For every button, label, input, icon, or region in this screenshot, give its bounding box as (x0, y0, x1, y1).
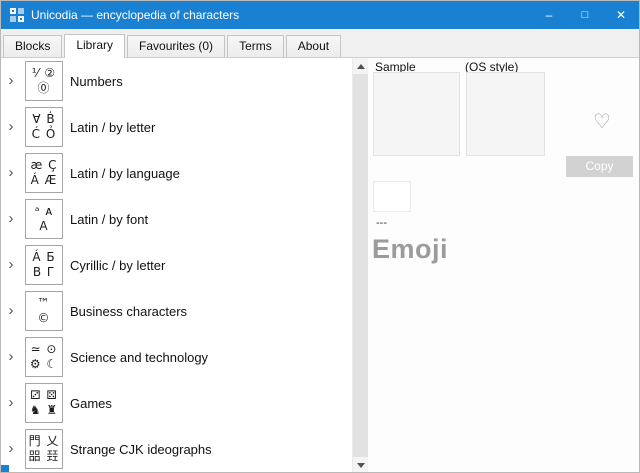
tab-library[interactable]: Library (64, 34, 125, 58)
chevron-right-icon[interactable]: › (4, 442, 18, 456)
category-icon: Ɐ Ḃ Ć Ỏ (25, 107, 63, 147)
category-icon: 門 乂 㗊 㠭 (25, 429, 63, 469)
detail-panel: Sample (OS style) ♡ Copy --- Emoji (368, 58, 639, 473)
scroll-up-button[interactable] (353, 58, 368, 74)
library-item-strange-cjk-ideographs[interactable]: › 門 乂 㗊 㠭 Strange CJK ideographs (1, 426, 352, 472)
library-item-latin-by-font[interactable]: › ᵃ ᴀ A Latin / by font (1, 196, 352, 242)
selected-character-cell[interactable] (373, 181, 411, 212)
scrollbar-thumb[interactable] (353, 74, 368, 457)
titlebar[interactable]: Unicodia — encyclopedia of characters – … (1, 1, 639, 29)
library-item-science-and-technology[interactable]: › ≃ ⊙ ⚙ ☾ Science and technology (1, 334, 352, 380)
library-item-label: Latin / by letter (70, 120, 155, 135)
library-item-label: Games (70, 396, 112, 411)
scroll-down-icon (357, 463, 365, 468)
sample-preview (373, 72, 460, 156)
tab-about[interactable]: About (286, 35, 341, 57)
chevron-right-icon[interactable]: › (4, 396, 18, 410)
category-icon: Á Б В Г (25, 245, 63, 285)
library-item-latin-by-language[interactable]: › æ Ç Á Æ Latin / by language (1, 150, 352, 196)
library-item-cyrillic-by-letter[interactable]: › Á Б В Г Cyrillic / by letter (1, 242, 352, 288)
library-item-label: Strange CJK ideographs (70, 442, 212, 457)
tab-blocks[interactable]: Blocks (3, 35, 62, 57)
app-icon (9, 7, 25, 23)
library-item-label: Latin / by font (70, 212, 148, 227)
tab-terms[interactable]: Terms (227, 35, 284, 57)
close-button[interactable]: ✕ (603, 1, 639, 29)
library-item-games[interactable]: › ⚂ ⚄ ♞ ♜ Games (1, 380, 352, 426)
scroll-down-button[interactable] (353, 457, 368, 473)
chevron-right-icon[interactable]: › (4, 74, 18, 88)
scroll-up-icon (357, 64, 365, 69)
library-item-label: Numbers (70, 74, 123, 89)
heart-icon: ♡ (593, 109, 611, 133)
scrollbar-track[interactable] (353, 74, 368, 457)
list-scrollbar[interactable] (352, 58, 368, 473)
codepoint-placeholder: --- (376, 217, 387, 229)
app-window: Unicodia — encyclopedia of characters – … (0, 0, 640, 473)
library-item-latin-by-letter[interactable]: › Ɐ Ḃ Ć Ỏ Latin / by letter (1, 104, 352, 150)
chevron-right-icon[interactable]: › (4, 304, 18, 318)
library-item-label: Science and technology (70, 350, 208, 365)
maximize-button[interactable]: □ (567, 1, 603, 29)
category-icon: ≃ ⊙ ⚙ ☾ (25, 337, 63, 377)
category-icon: ᵃ ᴀ A (25, 199, 63, 239)
chevron-right-icon[interactable]: › (4, 258, 18, 272)
library-item-business-characters[interactable]: › ™ © Business characters (1, 288, 352, 334)
window-title: Unicodia — encyclopedia of characters (31, 8, 531, 22)
corner-accent (1, 465, 9, 472)
minimize-button[interactable]: – (531, 1, 567, 29)
library-item-label: Business characters (70, 304, 187, 319)
chevron-right-icon[interactable]: › (4, 350, 18, 364)
library-item-numbers[interactable]: › ⅟ ② ⓪ Numbers (1, 58, 352, 104)
tab-bar: Blocks Library Favourites (0) Terms Abou… (1, 29, 639, 58)
section-title: Emoji (372, 234, 448, 265)
os-style-preview (466, 72, 545, 156)
chevron-right-icon[interactable]: › (4, 166, 18, 180)
chevron-right-icon[interactable]: › (4, 212, 18, 226)
category-icon: ⅟ ② ⓪ (25, 61, 63, 101)
category-icon: ⚂ ⚄ ♞ ♜ (25, 383, 63, 423)
copy-button[interactable]: Copy (566, 156, 633, 177)
library-item-label: Cyrillic / by letter (70, 258, 165, 273)
category-icon: ™ © (25, 291, 63, 331)
tab-favourites[interactable]: Favourites (0) (127, 35, 225, 57)
library-tree: › ⅟ ② ⓪ Numbers › Ɐ Ḃ Ć Ỏ Latin / by let… (1, 58, 352, 473)
category-icon: æ Ç Á Æ (25, 153, 63, 193)
chevron-right-icon[interactable]: › (4, 120, 18, 134)
main-content: › ⅟ ② ⓪ Numbers › Ɐ Ḃ Ć Ỏ Latin / by let… (1, 58, 639, 473)
library-item-label: Latin / by language (70, 166, 180, 181)
favourite-button[interactable]: ♡ (589, 108, 615, 134)
